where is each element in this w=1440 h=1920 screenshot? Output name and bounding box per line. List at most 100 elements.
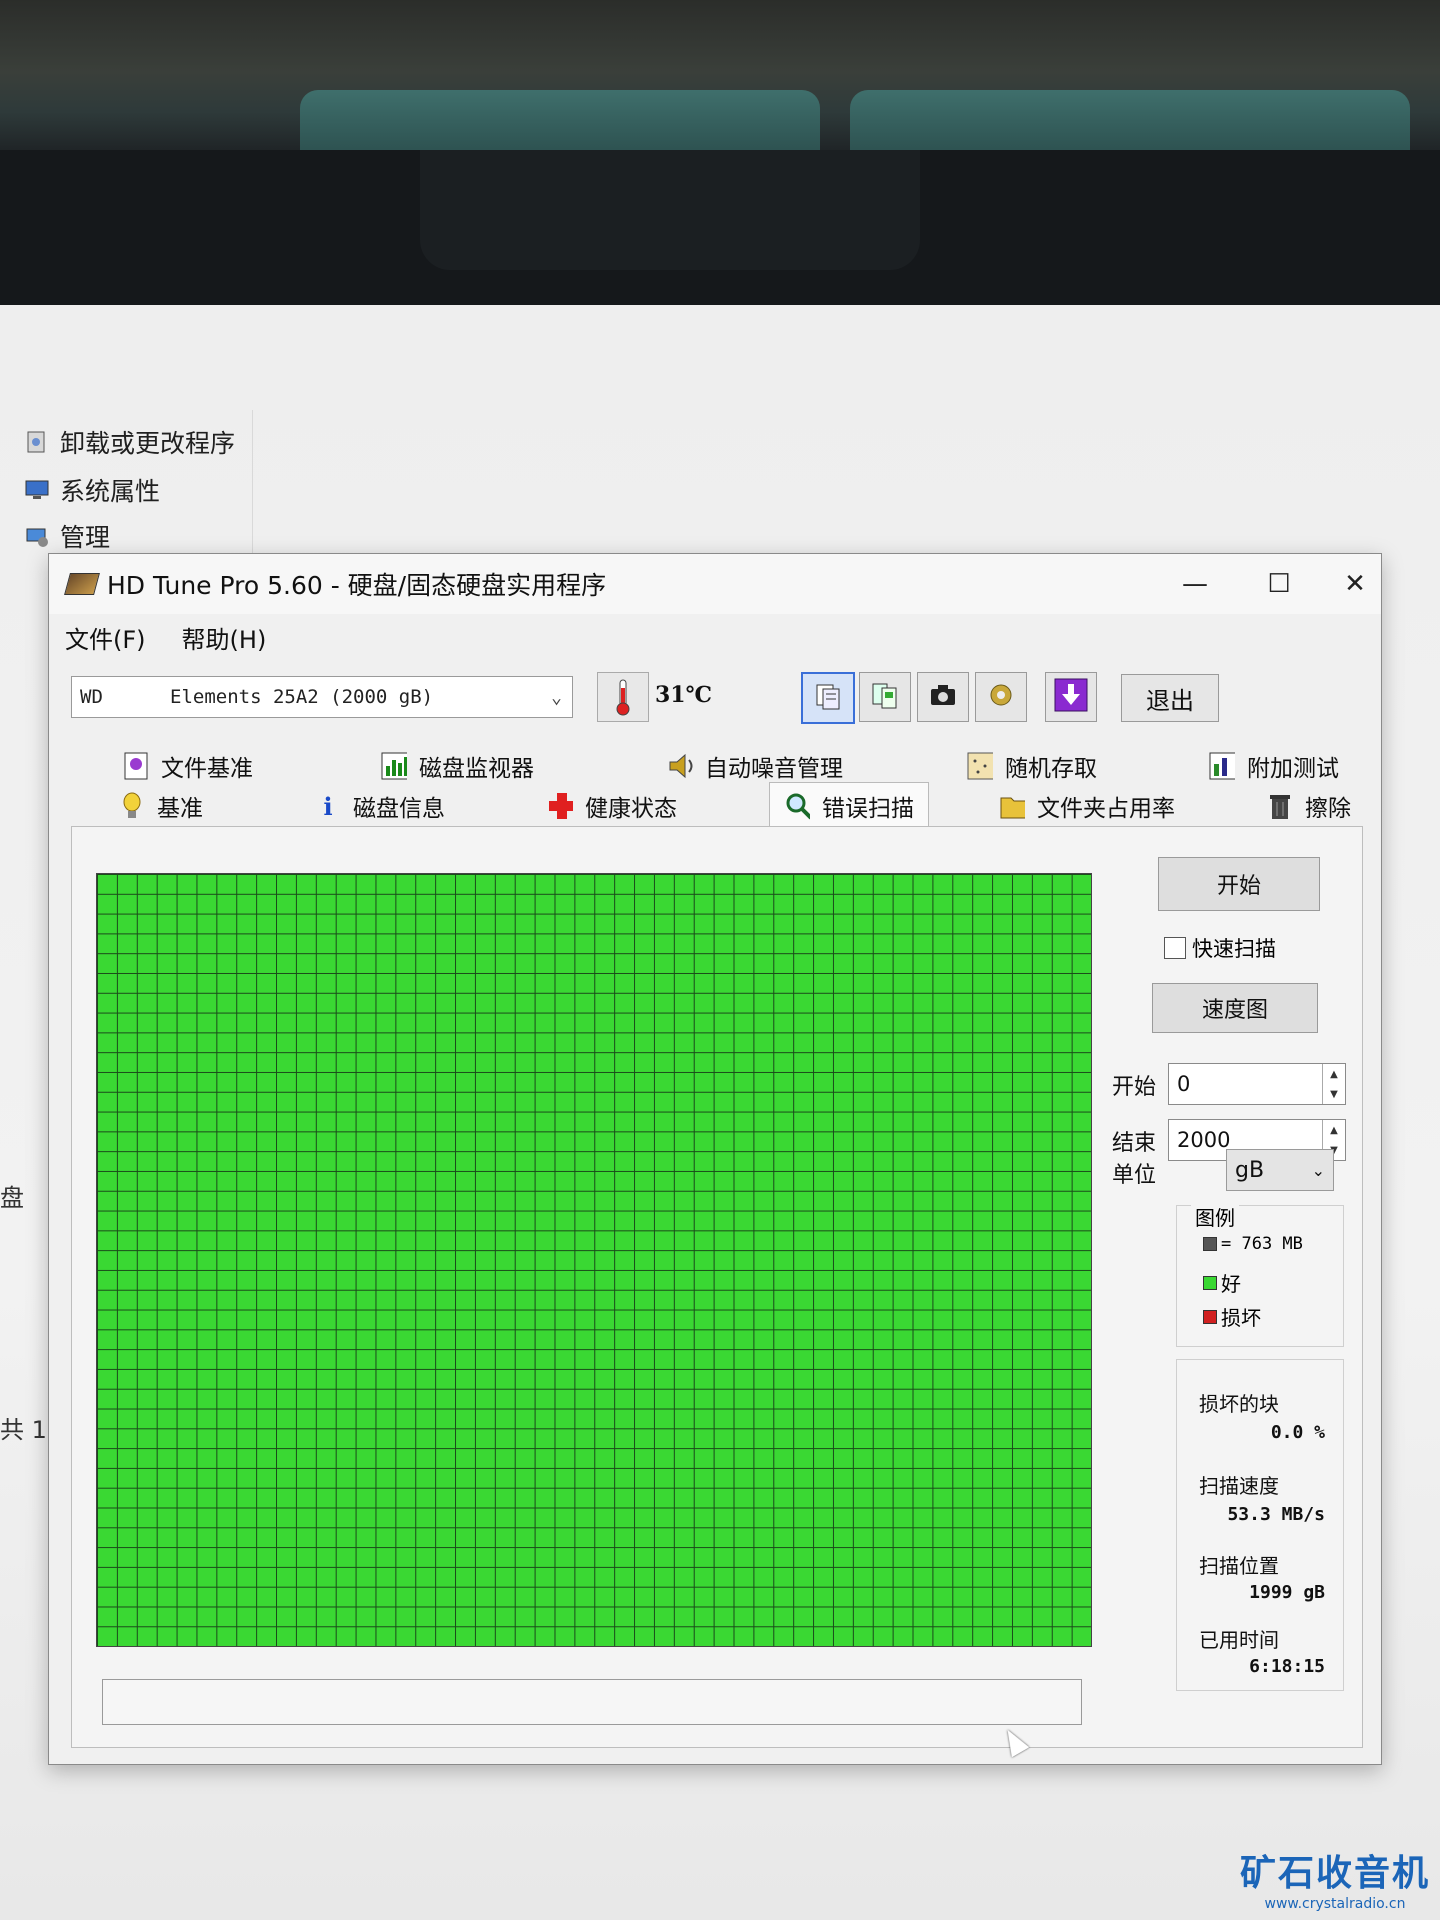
- screenshot-button[interactable]: [917, 672, 969, 722]
- tab-health[interactable]: 健康状态: [547, 786, 677, 826]
- maximize-button[interactable]: ☐: [1259, 564, 1299, 604]
- extra-tests-icon: [1209, 752, 1235, 780]
- tab-disk-monitor[interactable]: 磁盘监视器: [381, 746, 534, 786]
- menu-bar: 文件(F) 帮助(H): [49, 614, 1397, 660]
- start-position-value: 0: [1177, 1072, 1191, 1096]
- tabs-row-1: 文件基准 磁盘监视器 自动噪音管理 随机存取 附加测试: [71, 746, 1361, 786]
- tab-benchmark[interactable]: 基准: [119, 786, 203, 826]
- quick-scan-label: 快速扫描: [1192, 937, 1276, 961]
- sidebar-item-label: 系统属性: [60, 477, 161, 506]
- speaker-icon: [667, 752, 693, 780]
- tab-folder-usage[interactable]: 文件夹占用率: [999, 786, 1175, 826]
- uninstall-icon: [24, 429, 50, 455]
- disk-monitor-icon: [381, 752, 407, 780]
- webcam-notch: [420, 150, 920, 270]
- unit-value: gB: [1235, 1157, 1265, 1183]
- bad-swatch-icon: [1203, 1309, 1217, 1324]
- legend-title: 图例: [1191, 1202, 1239, 1231]
- tab-label: 磁盘监视器: [419, 756, 534, 782]
- exit-button[interactable]: 退出: [1121, 674, 1219, 722]
- watermark: 矿石收音机 www.crystalradio.cn: [1240, 1844, 1430, 1912]
- file-benchmark-icon: [123, 752, 149, 780]
- copy-icon: [813, 681, 843, 715]
- start-scan-button[interactable]: 开始: [1158, 857, 1320, 911]
- tab-extra-tests[interactable]: 附加测试: [1209, 746, 1339, 786]
- tab-label: 磁盘信息: [353, 796, 445, 822]
- legend-good-label: 好: [1221, 1272, 1241, 1296]
- title-bar[interactable]: HD Tune Pro 5.60 - 硬盘/固态硬盘实用程序 — ☐ ✕: [49, 554, 1381, 614]
- manage-icon: [24, 523, 50, 549]
- legend-block-size: = 763 MB: [1203, 1234, 1303, 1254]
- computer-icon: [24, 477, 50, 503]
- tab-label: 错误扫描: [822, 796, 914, 822]
- tab-erase[interactable]: 擦除: [1267, 786, 1351, 826]
- minimize-button[interactable]: —: [1175, 564, 1215, 604]
- tab-random-access[interactable]: 随机存取: [967, 746, 1097, 786]
- watermark-url: www.crystalradio.cn: [1264, 1896, 1406, 1912]
- unit-label: 单位: [1112, 1163, 1157, 1188]
- copy-info-button[interactable]: [801, 672, 855, 724]
- quick-scan-checkbox[interactable]: [1164, 937, 1186, 959]
- scan-speed-label: 扫描速度: [1199, 1474, 1279, 1498]
- hdtune-app-icon: [64, 573, 100, 595]
- spin-arrows-icon[interactable]: ▲▼: [1322, 1064, 1345, 1104]
- quick-scan-option[interactable]: 快速扫描: [1164, 933, 1276, 963]
- scan-position-label: 扫描位置: [1199, 1554, 1279, 1578]
- tab-error-scan[interactable]: 错误扫描: [769, 782, 929, 829]
- chevron-down-icon: ⌄: [551, 686, 562, 708]
- tab-label: 自动噪音管理: [705, 756, 843, 782]
- copy-all-button[interactable]: [859, 672, 911, 722]
- close-button[interactable]: ✕: [1335, 564, 1375, 604]
- chevron-down-icon: ⌄: [1311, 1160, 1325, 1180]
- lightbulb-icon: [119, 792, 145, 820]
- menu-help[interactable]: 帮助(H): [182, 620, 267, 655]
- drive-select[interactable]: WD Elements 25A2 (2000 gB) ⌄: [71, 676, 573, 718]
- tab-label: 文件基准: [161, 756, 253, 782]
- unit-select[interactable]: gB ⌄: [1226, 1149, 1334, 1191]
- tabs-row-2: 基准 i 磁盘信息 健康状态 错误扫描 文件夹占用率 擦除: [71, 782, 1361, 829]
- control-panel-sidebar: 卸载或更改程序 系统属性 管理: [0, 410, 253, 560]
- toolbar: WD Elements 25A2 (2000 gB) ⌄ 31℃ 退出: [49, 664, 1381, 734]
- elapsed-time-label: 已用时间: [1199, 1628, 1279, 1652]
- tab-label: 基准: [157, 796, 203, 822]
- folder-icon: [999, 792, 1025, 820]
- legend-bad: 损坏: [1203, 1302, 1261, 1331]
- options-button[interactable]: [975, 672, 1027, 722]
- end-position-label: 结束: [1112, 1131, 1157, 1156]
- end-position-value: 2000: [1177, 1128, 1231, 1152]
- status-bar: [102, 1679, 1082, 1725]
- menu-file[interactable]: 文件(F): [65, 620, 146, 655]
- sidebar-item-label: 管理: [60, 523, 111, 552]
- random-access-icon: [967, 752, 993, 780]
- window-title: HD Tune Pro 5.60 - 硬盘/固态硬盘实用程序: [107, 571, 607, 600]
- tab-acoustic-management[interactable]: 自动噪音管理: [667, 746, 843, 786]
- magnifier-icon: [784, 792, 810, 820]
- save-download-button[interactable]: [1045, 672, 1097, 722]
- background-text: 盘: [0, 1184, 24, 1212]
- speed-map-button[interactable]: 速度图: [1152, 983, 1318, 1033]
- start-position-input[interactable]: 0 ▲ ▼: [1168, 1063, 1346, 1105]
- scan-statistics: 损坏的块 0.0 % 扫描速度 53.3 MB/s 扫描位置 1999 gB 已…: [1176, 1359, 1344, 1691]
- tab-disk-info[interactable]: i 磁盘信息: [315, 786, 445, 826]
- drive-brand: WD: [80, 686, 103, 708]
- tab-label: 擦除: [1305, 796, 1351, 822]
- error-scan-panel: 开始 快速扫描 速度图 开始 0 ▲▼ 结束 2000 ▲▼ 单位 gB ⌄ 图…: [71, 826, 1363, 1748]
- sidebar-item-uninstall[interactable]: 卸载或更改程序: [24, 422, 235, 462]
- legend-box: 图例 = 763 MB 好 损坏: [1176, 1202, 1344, 1347]
- sidebar-item-system-properties[interactable]: 系统属性: [24, 470, 160, 510]
- tab-label: 健康状态: [585, 796, 677, 822]
- scan-position-value: 1999 gB: [1249, 1582, 1325, 1603]
- block-swatch-icon: [1203, 1237, 1217, 1251]
- damaged-blocks-label: 损坏的块: [1199, 1392, 1279, 1416]
- tab-label: 随机存取: [1005, 756, 1097, 782]
- sidebar-item-manage[interactable]: 管理: [24, 516, 110, 556]
- info-icon: i: [323, 791, 333, 821]
- copy-all-icon: [870, 680, 900, 714]
- sidebar-item-label: 卸载或更改程序: [60, 429, 236, 458]
- camera-icon: [928, 680, 958, 714]
- scan-block-grid: [97, 874, 1091, 1646]
- scan-speed-value: 53.3 MB/s: [1227, 1504, 1325, 1525]
- tab-file-benchmark[interactable]: 文件基准: [123, 746, 253, 786]
- health-cross-icon: [547, 792, 573, 820]
- tab-label: 文件夹占用率: [1037, 796, 1175, 822]
